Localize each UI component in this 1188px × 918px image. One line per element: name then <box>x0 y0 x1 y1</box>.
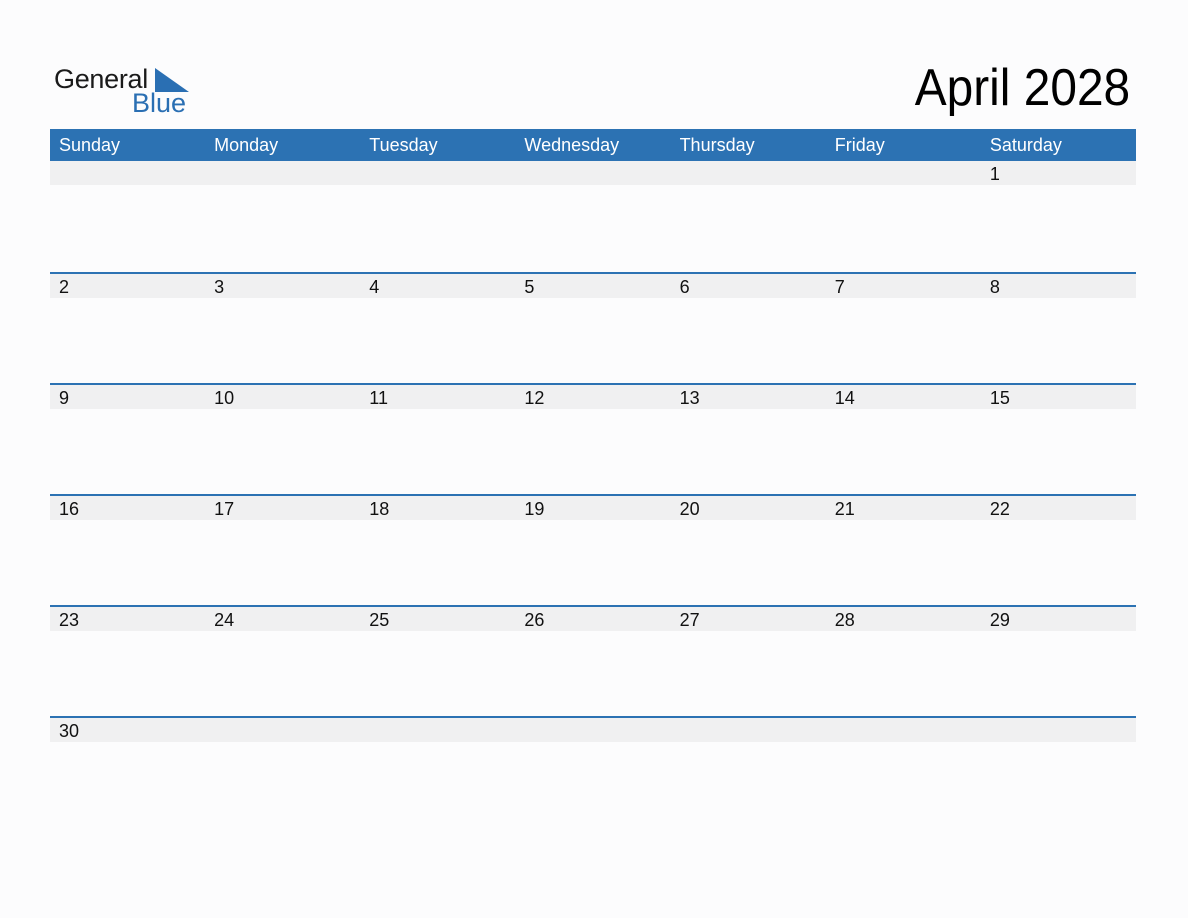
day-cell: 27 <box>679 610 700 630</box>
day-cell: 28 <box>834 610 855 630</box>
day-cell: 16 <box>59 499 80 519</box>
weekday-header-row: Sunday Monday Tuesday Wednesday Thursday… <box>50 129 1136 161</box>
day-cell: 3 <box>214 277 225 297</box>
weekday-saturday: Saturday <box>989 135 1062 155</box>
day-cell <box>515 718 670 742</box>
weekday-thursday: Thursday <box>679 135 755 155</box>
week-row: 23 24 25 26 27 28 29 <box>50 605 1136 716</box>
day-cell: 25 <box>369 610 390 630</box>
logo-text-blue: Blue <box>132 88 187 118</box>
calendar-grid: Sunday Monday Tuesday Wednesday Thursday… <box>50 129 1136 827</box>
day-cell: 21 <box>834 499 855 519</box>
day-cell: 12 <box>524 388 545 408</box>
day-cell: 10 <box>214 388 235 408</box>
day-cell: 23 <box>59 610 80 630</box>
week-row: 30 <box>50 716 1136 827</box>
day-cell: 5 <box>524 277 535 297</box>
day-cell: 7 <box>834 277 845 297</box>
day-cell: 20 <box>679 499 700 519</box>
day-cell: 19 <box>524 499 545 519</box>
day-cell <box>360 718 515 742</box>
day-cell: 26 <box>524 610 545 630</box>
day-cell: 9 <box>59 388 70 408</box>
day-cell: 14 <box>834 388 855 408</box>
day-cell: 17 <box>214 499 235 519</box>
day-cell: 11 <box>369 388 388 408</box>
day-cell <box>671 718 826 742</box>
day-cell <box>50 161 205 185</box>
weekday-wednesday: Wednesday <box>524 135 620 155</box>
day-cell <box>826 718 981 742</box>
day-cell: 13 <box>679 388 700 408</box>
day-cell: 18 <box>369 499 390 519</box>
week-row: 1 <box>50 161 1136 272</box>
day-cell: 4 <box>369 277 380 297</box>
week-row: 16 17 18 19 20 21 22 <box>50 494 1136 605</box>
day-cell: 29 <box>989 610 1010 630</box>
day-cell <box>515 161 670 185</box>
day-cell: 30 <box>59 721 80 741</box>
day-cell <box>671 161 826 185</box>
weekday-monday: Monday <box>214 135 279 155</box>
day-cell: 1 <box>989 164 1000 184</box>
weekday-friday: Friday <box>834 135 885 155</box>
day-cell: 2 <box>59 277 70 297</box>
day-cell: 22 <box>989 499 1010 519</box>
month-title: April 2028 <box>914 59 1130 117</box>
day-cell: 6 <box>679 277 690 297</box>
logo: General Blue <box>54 64 204 118</box>
day-cell: 8 <box>989 277 1000 297</box>
weekday-tuesday: Tuesday <box>369 135 438 155</box>
day-cell <box>205 718 360 742</box>
day-cell: 24 <box>214 610 235 630</box>
week-row: 2 3 4 5 6 7 8 <box>50 272 1136 383</box>
day-cell <box>205 161 360 185</box>
day-cell <box>981 718 1136 742</box>
day-cell <box>826 161 981 185</box>
day-cell <box>360 161 515 185</box>
day-cell: 15 <box>989 388 1010 408</box>
weekday-sunday: Sunday <box>59 135 121 155</box>
week-row: 9 10 11 12 13 14 15 <box>50 383 1136 494</box>
